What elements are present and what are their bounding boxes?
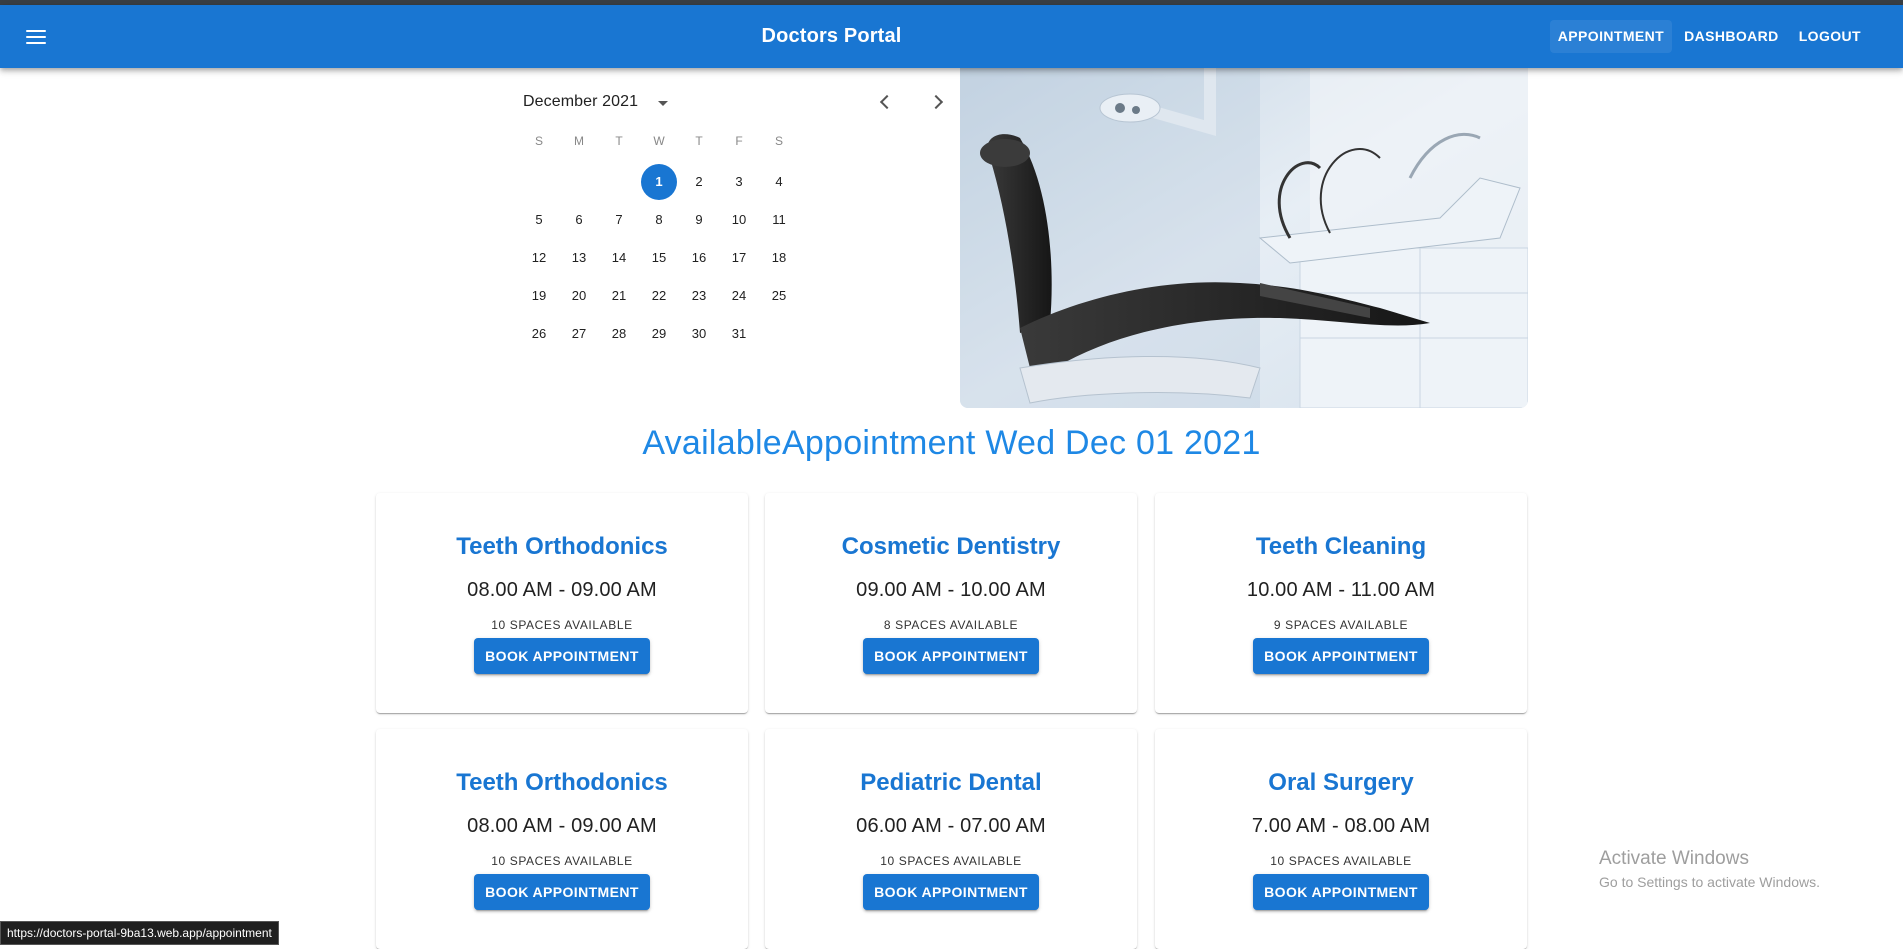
weekday-label: M [574,134,584,148]
appointment-time: 08.00 AM - 09.00 AM [467,815,657,837]
calendar-day[interactable]: 26 [521,316,557,352]
calendar-day[interactable]: 24 [721,278,757,314]
app-title: Doctors Portal [761,25,902,47]
appointment-name: Teeth Orthodonics [456,533,668,560]
book-appointment-button[interactable]: BOOK APPOINTMENT [1253,638,1429,674]
weekday-label: S [774,134,783,148]
calendar-day[interactable]: 9 [681,202,717,238]
arrow-drop-down-icon[interactable] [653,93,673,113]
weekday-label: F [735,134,743,148]
dental-chair-image [960,68,1528,408]
appointment-spaces: 10 SPACES AVAILABLE [491,854,633,868]
app-bar: Doctors Portal APPOINTMENT DASHBOARD LOG… [0,5,1903,68]
calendar-day[interactable]: 8 [641,202,677,238]
appointment-spaces: 10 SPACES AVAILABLE [491,618,633,632]
book-appointment-button[interactable]: BOOK APPOINTMENT [474,638,650,674]
calendar-day[interactable]: 23 [681,278,717,314]
appointment-card: Pediatric Dental 06.00 AM - 07.00 AM 10 SP… [765,729,1137,949]
watermark-subtitle: Go to Settings to activate Windows. [1599,874,1820,890]
weekday-label: S [534,134,543,148]
appointment-card: Teeth Cleaning 10.00 AM - 11.00 AM 9 SPACE… [1155,493,1527,713]
appointment-spaces: 8 SPACES AVAILABLE [883,618,1019,632]
nav-logout-button[interactable]: LOGOUT [1791,20,1869,53]
calendar-day[interactable]: 29 [641,316,677,352]
calendar-day[interactable]: 15 [641,240,677,276]
calendar-day[interactable]: 14 [601,240,637,276]
calendar-day[interactable]: 31 [721,316,757,352]
book-appointment-button[interactable]: BOOK APPOINTMENT [863,638,1039,674]
chevron-left-icon[interactable] [871,88,899,116]
top-nav: APPOINTMENT DASHBOARD LOGOUT [1549,20,1869,53]
appointment-time: 08.00 AM - 09.00 AM [467,579,657,601]
appointment-time: 10.00 AM - 11.00 AM [1246,579,1436,601]
calendar-day[interactable]: 18 [761,240,797,276]
calendar-day[interactable]: 21 [601,278,637,314]
chevron-right-icon[interactable] [923,88,951,116]
appointment-card: Teeth Orthodonics 08.00 AM - 09.00 AM 10 S… [376,729,748,949]
calendar-day[interactable]: 3 [721,164,757,200]
watermark-title: Activate Windows [1599,848,1749,869]
appointment-spaces: 10 SPACES AVAILABLE [1270,854,1412,868]
calendar-day[interactable]: 13 [561,240,597,276]
calendar-day[interactable]: 16 [681,240,717,276]
calendar-day[interactable]: 30 [681,316,717,352]
appointment-card: Oral Surgery 7.00 AM - 08.00 AM 10 SPACES … [1155,729,1527,949]
date-calendar: December 2021 S M T W T F S 1 2 3 4 5 6 7 8 9 10 11 12 13 14… [376,68,944,408]
calendar-day[interactable]: 28 [601,316,637,352]
appointment-time: 06.00 AM - 07.00 AM [856,815,1046,837]
calendar-day[interactable]: 25 [761,278,797,314]
calendar-month-label[interactable]: December 2021 [523,93,638,111]
appointment-time: 09.00 AM - 10.00 AM [856,579,1046,601]
activate-windows-watermark: Activate Windows Go to Settings to activ… [1599,848,1820,890]
appointment-spaces: 9 SPACES AVAILABLE [1273,618,1409,632]
appointment-name: Pediatric Dental [860,769,1042,796]
calendar-day[interactable]: 6 [561,202,597,238]
calendar-day[interactable]: 20 [561,278,597,314]
book-appointment-button[interactable]: BOOK APPOINTMENT [1253,874,1429,910]
appointment-time: 7.00 AM - 08.00 AM [1251,815,1431,837]
status-bar-url: https://doctors-portal-9ba13.web.app/app… [0,921,279,945]
weekday-label: T [695,134,703,148]
appointment-name: Teeth Cleaning [1255,533,1427,560]
appointment-card: Cosmetic Dentistry 09.00 AM - 10.00 AM 8 S… [765,493,1137,713]
calendar-header: December 2021 [523,87,813,117]
appointment-name: Teeth Orthodonics [456,769,668,796]
calendar-day[interactable]: 22 [641,278,677,314]
calendar-day[interactable]: 19 [521,278,557,314]
calendar-day[interactable]: 4 [761,164,797,200]
calendar-day[interactable]: 27 [561,316,597,352]
available-appointment-heading: AvailableAppointment Wed Dec 01 2021 [642,424,1261,462]
calendar-day[interactable]: 2 [681,164,717,200]
calendar-day[interactable]: 17 [721,240,757,276]
calendar-day[interactable]: 5 [521,202,557,238]
weekday-label: W [653,134,665,148]
nav-dashboard-button[interactable]: DASHBOARD [1676,20,1787,53]
calendar-day[interactable]: 10 [721,202,757,238]
calendar-day[interactable]: 7 [601,202,637,238]
nav-appointment-button[interactable]: APPOINTMENT [1549,20,1673,53]
appointment-name: Oral Surgery [1268,769,1414,796]
book-appointment-button[interactable]: BOOK APPOINTMENT [474,874,650,910]
appointment-card: Teeth Orthodonics 08.00 AM - 09.00 AM 10 S… [376,493,748,713]
calendar-day[interactable]: 11 [761,202,797,238]
calendar-day[interactable]: 1 [641,164,677,200]
appointment-spaces: 10 SPACES AVAILABLE [880,854,1022,868]
appointment-name: Cosmetic Dentistry [841,533,1061,560]
calendar-day[interactable]: 12 [521,240,557,276]
weekday-label: T [615,134,623,148]
book-appointment-button[interactable]: BOOK APPOINTMENT [863,874,1039,910]
